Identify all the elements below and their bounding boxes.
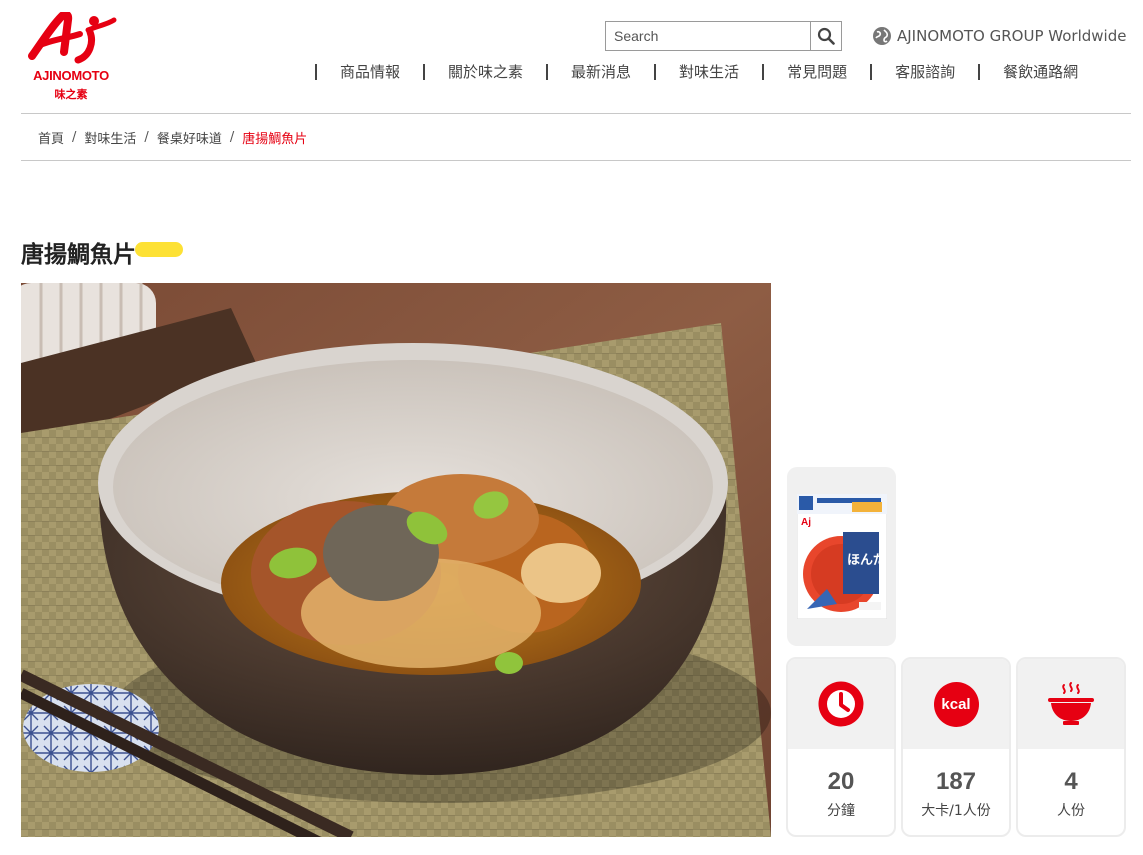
kcal-icon: kcal xyxy=(933,681,979,727)
page-title: 唐揚鯛魚片 xyxy=(21,242,136,268)
stat-calories-unit: 大卡/1人份 xyxy=(921,803,991,819)
stat-card-calories: kcal 187 大卡/1人份 xyxy=(901,657,1011,837)
recipe-photo xyxy=(21,283,771,837)
title-highlight xyxy=(135,242,183,257)
stat-calories-value: 187 xyxy=(935,768,977,795)
main-nav: 商品情報 關於味之素 最新消息 對味生活 常見問題 客服諮詢 餐飲通路網 xyxy=(315,60,1101,84)
breadcrumb-lifestyle[interactable]: 對味生活 xyxy=(84,128,136,147)
breadcrumb-divider xyxy=(21,160,1131,161)
bowl-icon xyxy=(1048,682,1094,725)
nav-item-lifestyle[interactable]: 對味生活 xyxy=(656,60,762,84)
breadcrumb-separator: / xyxy=(229,130,235,145)
search-box xyxy=(605,21,842,51)
search-icon xyxy=(817,27,835,45)
nav-item-products[interactable]: 商品情報 xyxy=(317,60,423,84)
search-input[interactable] xyxy=(606,22,810,50)
stat-servings-unit: 人份 xyxy=(1057,803,1085,819)
stat-servings-value: 4 xyxy=(1064,768,1078,795)
breadcrumb-home[interactable]: 首頁 xyxy=(38,128,64,147)
breadcrumb-table-taste[interactable]: 餐桌好味道 xyxy=(157,128,222,147)
stat-icon-area xyxy=(788,659,894,749)
title-block: 唐揚鯛魚片 xyxy=(21,235,183,269)
aj-logo-mark-icon xyxy=(28,12,117,64)
breadcrumb: 首頁 / 對味生活 / 餐桌好味道 / 唐揚鯛魚片 xyxy=(38,128,307,147)
search-button[interactable] xyxy=(810,22,841,50)
product-brand-text: ほんだし xyxy=(847,553,887,568)
nav-item-foodservice[interactable]: 餐飲通路網 xyxy=(980,60,1101,84)
globe-icon xyxy=(873,27,891,45)
nav-item-about[interactable]: 關於味之素 xyxy=(425,60,546,84)
hondashi-product-image: Aj ほんだし xyxy=(796,494,887,619)
stat-icon-area: kcal xyxy=(903,659,1009,749)
clock-icon xyxy=(818,681,864,727)
ajinomoto-logo[interactable]: AJINOMOTO 味之素 xyxy=(20,12,130,102)
stat-card-time: 20 分鐘 xyxy=(786,657,896,837)
stat-card-servings: 4 人份 xyxy=(1016,657,1126,837)
worldwide-link[interactable]: AJINOMOTO GROUP Worldwide xyxy=(872,26,1126,46)
svg-text:Aj: Aj xyxy=(801,517,811,528)
stat-time-value: 20 xyxy=(827,768,855,795)
stat-icon-area xyxy=(1018,659,1124,749)
worldwide-label: AJINOMOTO GROUP Worldwide xyxy=(897,27,1127,45)
nav-item-faq[interactable]: 常見問題 xyxy=(764,60,870,84)
brand-sub-name: 味之素 xyxy=(54,88,88,101)
nav-item-news[interactable]: 最新消息 xyxy=(548,60,654,84)
breadcrumb-separator: / xyxy=(72,130,77,145)
kcal-icon-label: kcal xyxy=(941,695,971,713)
breadcrumb-current: 唐揚鯛魚片 xyxy=(242,132,308,147)
stat-time-unit: 分鐘 xyxy=(827,803,855,819)
breadcrumb-separator: / xyxy=(144,130,149,145)
product-card[interactable]: Aj ほんだし xyxy=(787,467,896,646)
brand-name: AJINOMOTO xyxy=(33,68,109,83)
nav-item-service[interactable]: 客服諮詢 xyxy=(872,60,978,84)
header-divider xyxy=(21,113,1131,114)
